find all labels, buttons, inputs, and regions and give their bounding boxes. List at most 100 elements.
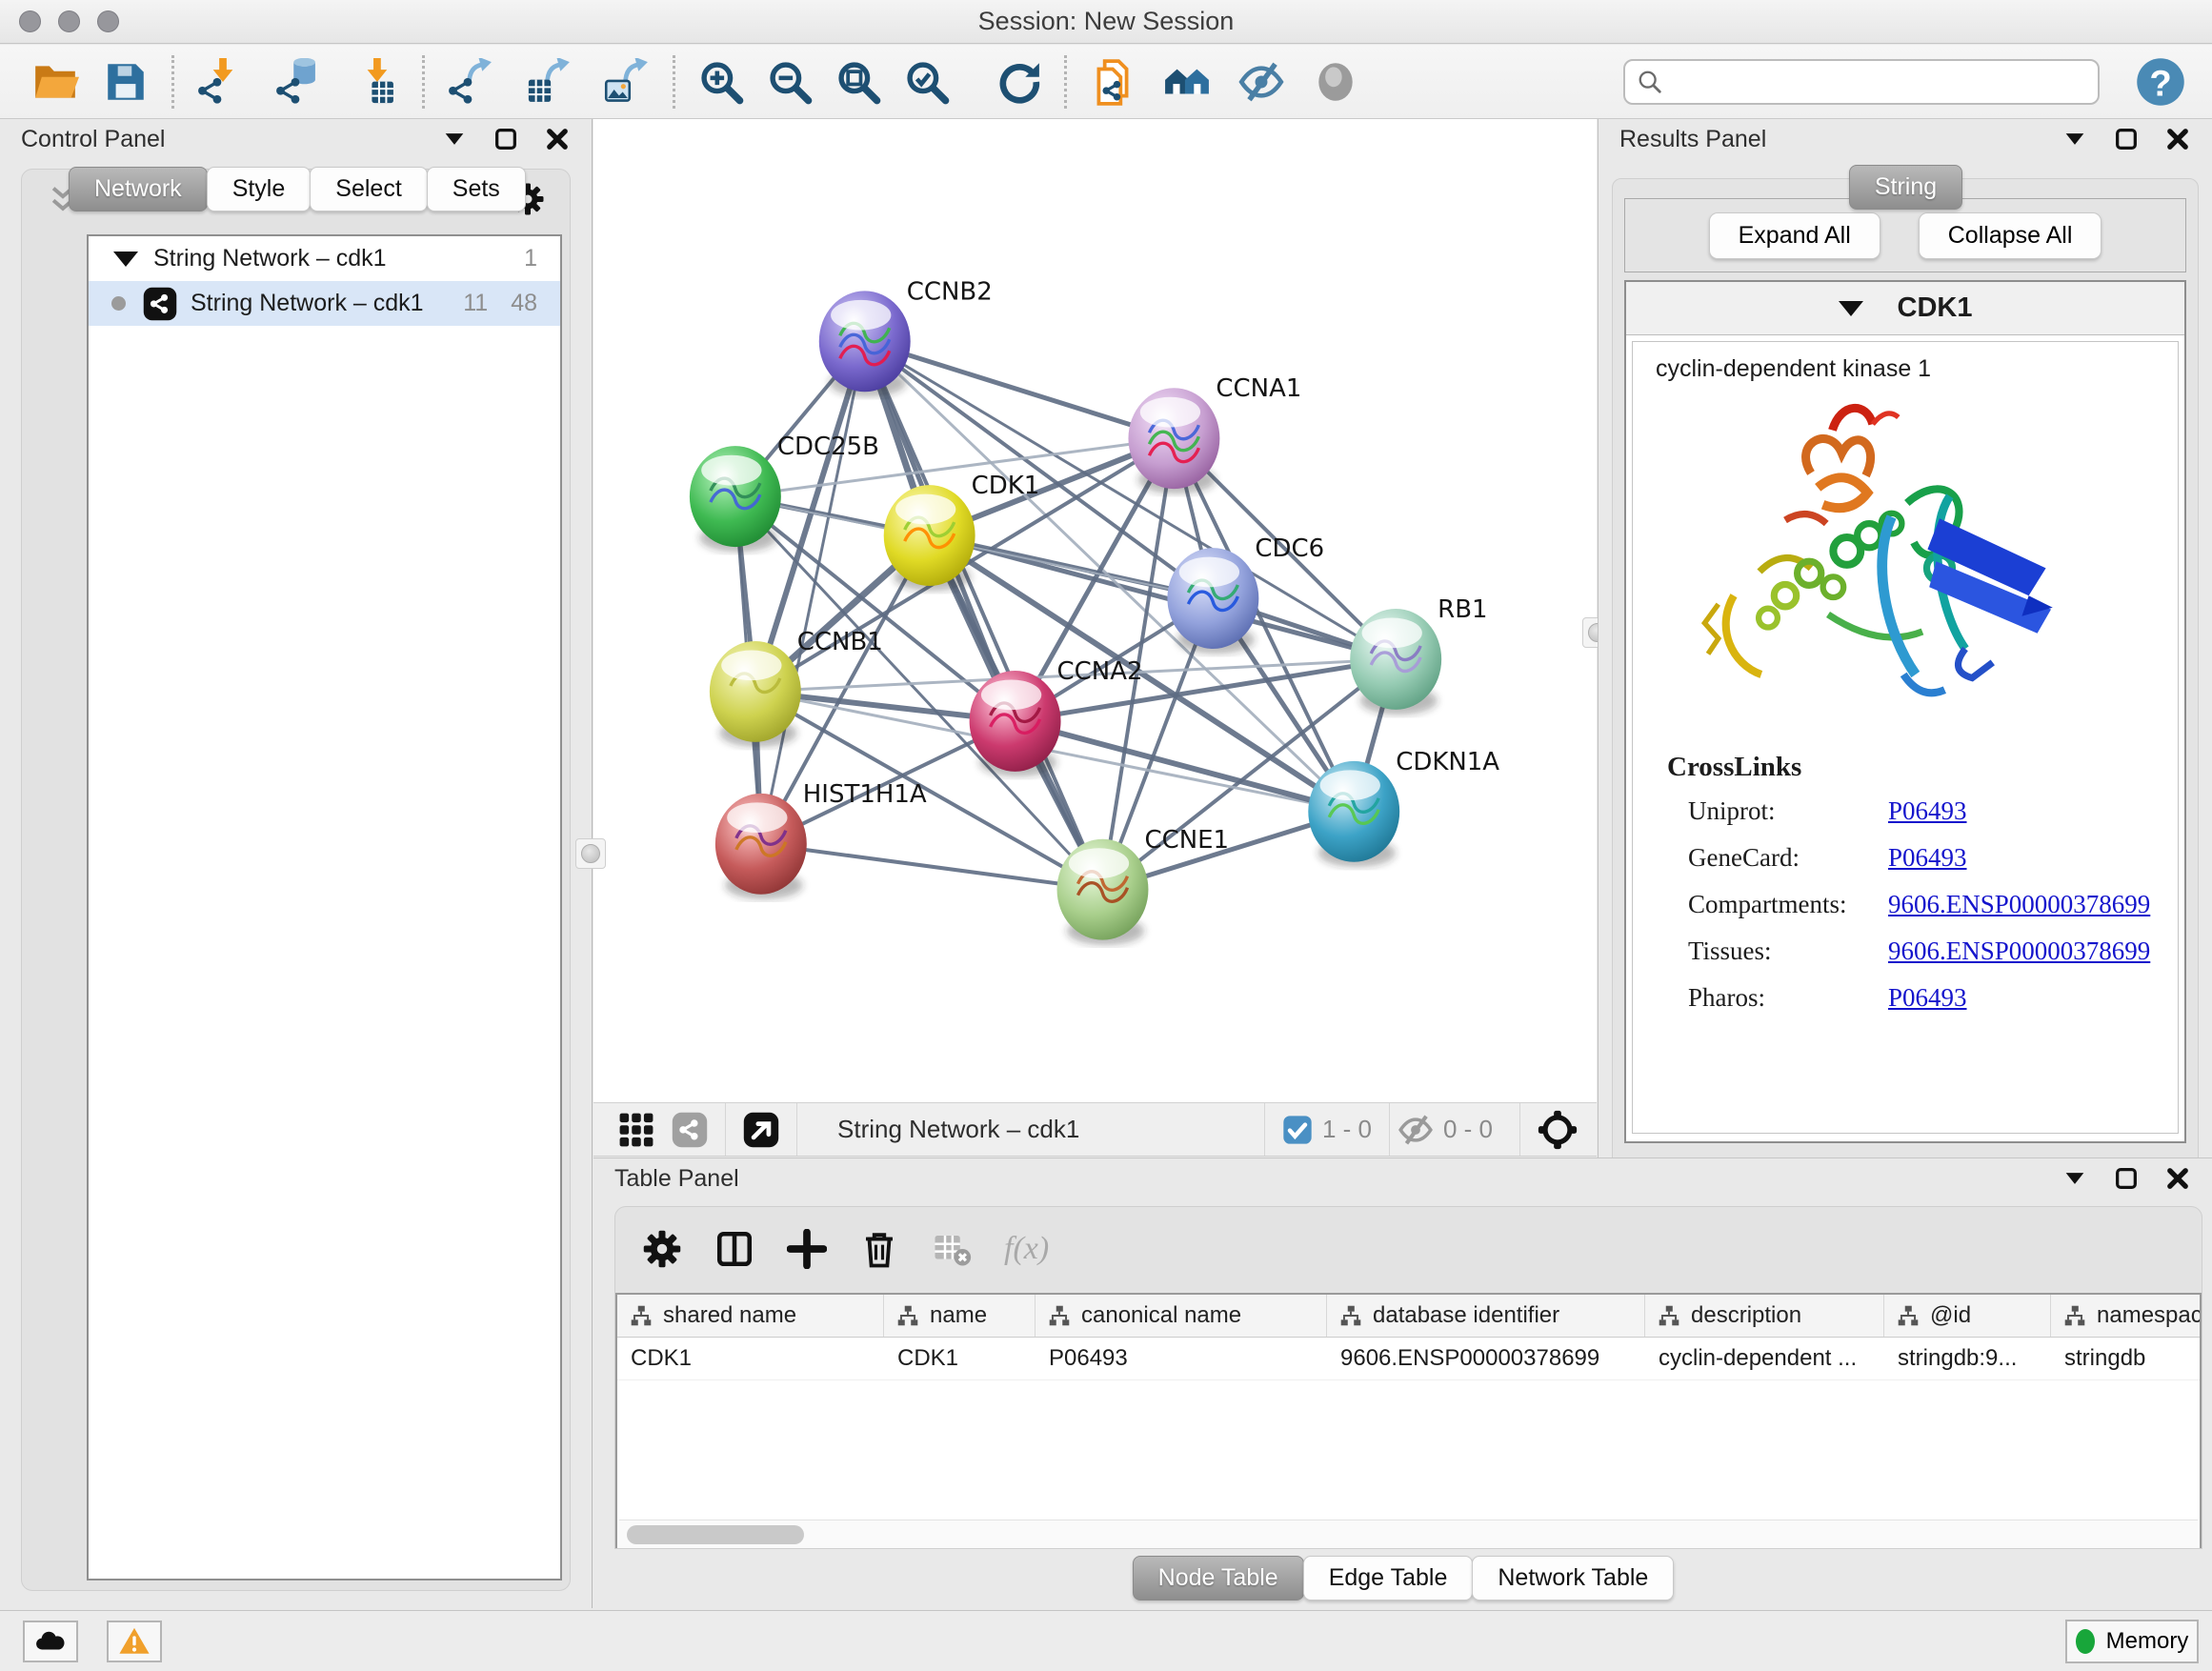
show-all-button[interactable] [1309, 55, 1362, 109]
crosslink-link[interactable]: 9606.ENSP00000378699 [1888, 890, 2150, 919]
export-table-button[interactable] [522, 55, 575, 109]
network-thumbnail-icon[interactable] [672, 1112, 708, 1148]
network-node-count: 11 [463, 290, 488, 317]
column-header-name[interactable]: name [884, 1295, 1036, 1337]
panel-close-icon[interactable] [2164, 126, 2191, 152]
column-header-canonical-name[interactable]: canonical name [1036, 1295, 1327, 1337]
table-cell[interactable]: cyclin-dependent ... [1645, 1338, 1884, 1379]
tab-network[interactable]: Network [69, 167, 208, 211]
selected-counts: 1 - 0 [1322, 1115, 1372, 1144]
tab-sets[interactable]: Sets [427, 167, 526, 211]
column-header-namespace[interactable]: namespace [2051, 1295, 2202, 1337]
import-network-file-button[interactable] [193, 55, 247, 109]
birdseye-icon[interactable] [1538, 1110, 1578, 1150]
tab-node-table[interactable]: Node Table [1133, 1556, 1304, 1601]
network-edge[interactable] [930, 535, 1397, 659]
zoom-fit-button[interactable] [832, 55, 885, 109]
network-node-cdk1[interactable]: CDK1 [884, 472, 1040, 591]
warnings-button[interactable] [107, 1621, 162, 1662]
table-cell[interactable]: stringdb [2051, 1338, 2202, 1379]
export-image-button[interactable] [600, 55, 654, 109]
selected-checkbox-icon[interactable] [1282, 1115, 1313, 1145]
new-network-doc-icon [1089, 58, 1136, 106]
left-splitter-handle[interactable] [575, 838, 606, 869]
network-node-ccna1[interactable]: CCNA1 [1128, 374, 1301, 493]
tree-expander-icon[interactable] [113, 252, 138, 267]
grid-view-icon[interactable] [618, 1112, 654, 1148]
search-input[interactable] [1623, 59, 2100, 105]
detach-view-icon[interactable] [743, 1112, 779, 1148]
network-row[interactable]: String Network – cdk1 11 48 [89, 281, 560, 326]
cloud-status-button[interactable] [23, 1621, 78, 1662]
tab-edge-table[interactable]: Edge Table [1303, 1556, 1474, 1601]
table-cell[interactable]: CDK1 [884, 1338, 1036, 1379]
apply-layout-button[interactable] [992, 55, 1045, 109]
tab-select[interactable]: Select [310, 167, 427, 211]
zoom-out-button[interactable] [763, 55, 816, 109]
panel-float-icon[interactable] [2113, 1165, 2140, 1192]
network-collection-row[interactable]: String Network – cdk1 1 [89, 236, 560, 281]
new-network-from-selection-button[interactable] [1086, 55, 1139, 109]
collapse-entry-icon[interactable] [1839, 301, 1863, 316]
export-network-icon [447, 58, 494, 106]
collapse-all-button[interactable]: Collapse All [1919, 212, 2102, 259]
network-edge[interactable] [761, 341, 865, 843]
crosslink-link[interactable]: P06493 [1888, 796, 1967, 826]
table-cell[interactable]: CDK1 [617, 1338, 884, 1379]
zoom-selected-button[interactable] [900, 55, 954, 109]
show-columns-icon[interactable] [714, 1229, 754, 1269]
table-cell[interactable]: P06493 [1036, 1338, 1327, 1379]
scrollbar-thumb[interactable] [627, 1525, 804, 1544]
network-graph[interactable]: CCNB2CCNA1CDC25BCDK1CDC6RB1CCNB1CCNA2CDK… [593, 119, 1597, 1102]
memory-button[interactable]: Memory [2065, 1620, 2199, 1663]
network-node-rb1[interactable]: RB1 [1350, 595, 1487, 715]
zoom-selected-icon [903, 58, 951, 106]
zoom-fit-icon [835, 58, 882, 106]
expand-all-button[interactable]: Expand All [1709, 212, 1880, 259]
add-column-icon[interactable] [787, 1229, 827, 1269]
panel-float-icon[interactable] [493, 126, 519, 152]
node-label: CCNA2 [1057, 657, 1143, 686]
crosslink-link[interactable]: 9606.ENSP00000378699 [1888, 936, 2150, 966]
eye-icon [1312, 58, 1359, 106]
open-session-button[interactable] [29, 55, 82, 109]
first-neighbors-button[interactable] [1160, 55, 1214, 109]
zoom-in-button[interactable] [694, 55, 748, 109]
save-session-button[interactable] [99, 55, 152, 109]
table-options-gear-icon[interactable] [642, 1229, 682, 1269]
network-edge[interactable] [761, 844, 1103, 890]
import-network-database-button[interactable] [271, 55, 325, 109]
table-cell[interactable]: stringdb:9... [1884, 1338, 2051, 1379]
delete-column-icon[interactable] [859, 1229, 899, 1269]
crosslink-link[interactable]: P06493 [1888, 983, 1967, 1013]
column-type-icon [895, 1303, 920, 1328]
hide-selected-button[interactable] [1235, 55, 1288, 109]
panel-menu-icon[interactable] [2061, 1165, 2088, 1192]
table-cell[interactable]: 9606.ENSP00000378699 [1327, 1338, 1645, 1379]
panel-close-icon[interactable] [2164, 1165, 2191, 1192]
column-header-@id[interactable]: @id [1884, 1295, 2051, 1337]
node-result-header[interactable]: CDK1 [1626, 282, 2184, 335]
tab-network-table[interactable]: Network Table [1472, 1556, 1674, 1601]
column-header-description[interactable]: description [1645, 1295, 1884, 1337]
export-network-button[interactable] [444, 55, 497, 109]
hidden-eye-icon[interactable] [1398, 1112, 1434, 1148]
column-header-shared-name[interactable]: shared name [617, 1295, 884, 1337]
column-header-database-identifier[interactable]: database identifier [1327, 1295, 1645, 1337]
network-edge[interactable] [865, 341, 1175, 438]
panel-close-icon[interactable] [544, 126, 571, 152]
help-button[interactable] [2134, 55, 2187, 109]
panel-menu-icon[interactable] [441, 126, 468, 152]
panel-float-icon[interactable] [2113, 126, 2140, 152]
tab-style[interactable]: Style [207, 167, 312, 211]
memory-label: Memory [2106, 1628, 2189, 1655]
table-row[interactable]: CDK1CDK1P064939606.ENSP00000378699cyclin… [617, 1338, 2200, 1380]
network-node-hist1h1a[interactable]: HIST1H1A [715, 780, 927, 899]
import-table-button[interactable] [350, 55, 403, 109]
tab-string[interactable]: String [1849, 165, 1962, 210]
network-canvas[interactable]: CCNB2CCNA1CDC25BCDK1CDC6RB1CCNB1CCNA2CDK… [593, 119, 1597, 1102]
table-horizontal-scrollbar[interactable] [619, 1520, 2198, 1548]
panel-menu-icon[interactable] [2061, 126, 2088, 152]
network-node-cdkn1a[interactable]: CDKN1A [1308, 748, 1499, 867]
crosslink-link[interactable]: P06493 [1888, 843, 1967, 873]
